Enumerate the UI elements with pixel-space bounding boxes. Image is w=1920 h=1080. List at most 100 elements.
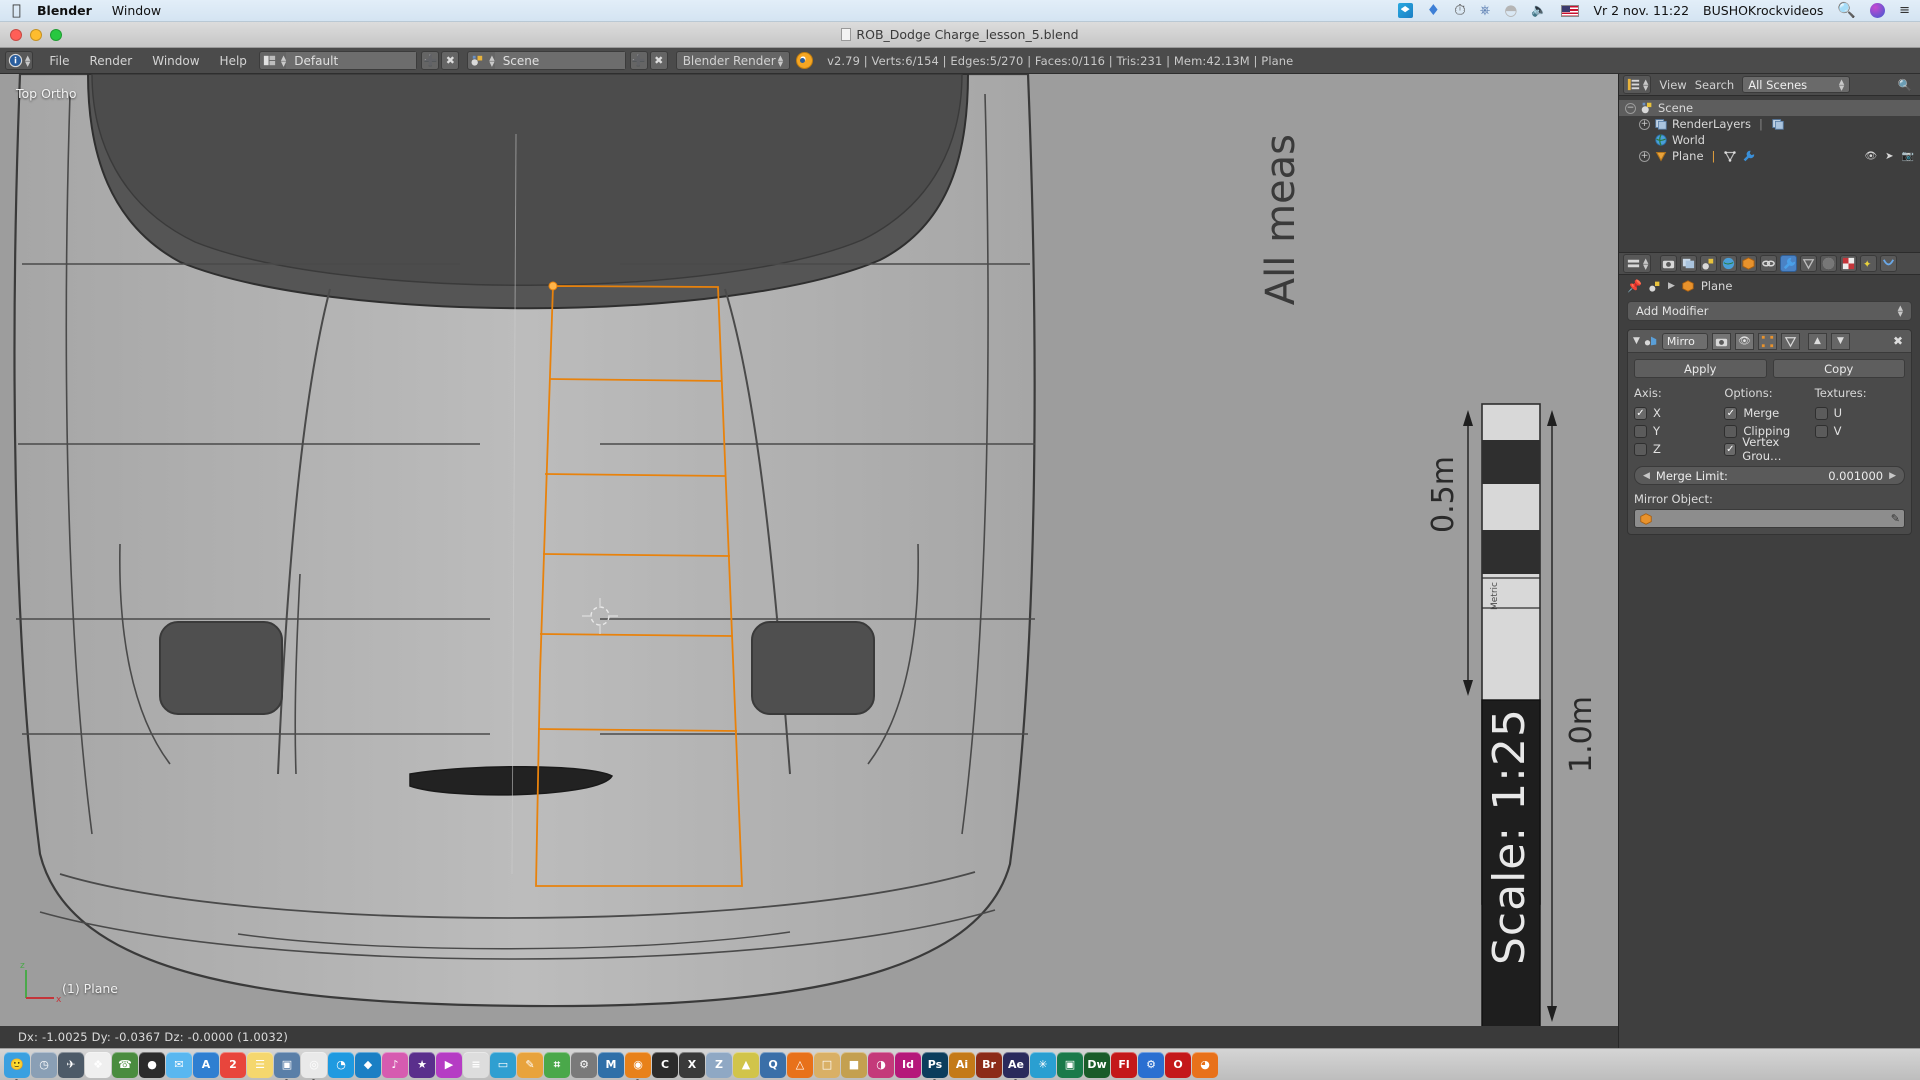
render-camera-icon[interactable]: 📷 [1902, 151, 1914, 162]
search-icon[interactable]: 🔍 [1837, 3, 1856, 18]
properties-editor[interactable]: ▲ ▼ ✦ 📌 ▶ Plane Add Modifier ▲ ▼ ▼ Mirro… [1618, 252, 1920, 1026]
dock-icon-xtools[interactable]: X [679, 1051, 705, 1078]
delete-layout-button[interactable]: ✖ [441, 51, 460, 70]
tab-particles[interactable]: ✦ [1860, 255, 1878, 272]
dock-icon-flash[interactable]: Fl [1111, 1051, 1137, 1078]
axis-x-checkbox[interactable]: ✓ [1634, 406, 1647, 420]
outliner-row-scene[interactable]: − Scene [1619, 100, 1920, 116]
screen-layout-value[interactable]: Default [286, 52, 417, 69]
dock-icon-safari[interactable]: ◔ [328, 1051, 354, 1078]
modifier-viewport-toggle[interactable]: 👁 [1734, 332, 1754, 350]
outliner-scope-selector[interactable]: All Scenes ▲ ▼ [1742, 76, 1851, 93]
screen-layout-selector[interactable]: ▲ ▼ Default [258, 51, 418, 70]
modifier-name-field[interactable]: Mirro [1661, 332, 1708, 350]
menubar-username[interactable]: BUSHOKrockvideos [1703, 3, 1823, 18]
volume-icon[interactable]: 🔈 [1531, 3, 1547, 18]
menu-file[interactable]: File [39, 54, 79, 68]
outliner-row-renderlayers[interactable]: + RenderLayers | [1619, 116, 1920, 132]
dock-icon-final-cut[interactable]: ▶ [436, 1051, 462, 1078]
tab-render[interactable] [1660, 255, 1678, 272]
dock-icon-bridge[interactable]: Br [976, 1051, 1002, 1078]
dock-icon-folder-docs[interactable]: □ [814, 1051, 840, 1078]
delete-scene-button[interactable]: ✖ [649, 51, 668, 70]
tab-object[interactable] [1740, 255, 1758, 272]
dock-icon-zbrush[interactable]: Z [706, 1051, 732, 1078]
triangle-mesh-icon[interactable] [1723, 149, 1737, 163]
dropbox-sync-icon[interactable] [1397, 3, 1413, 18]
copy-button[interactable]: Copy [1772, 359, 1905, 378]
option-vertexgroup-row[interactable]: ✓ Vertex Grou… [1724, 435, 1814, 463]
dock-icon-color-wheel[interactable]: ◑ [868, 1051, 894, 1078]
dock-icon-indesign[interactable]: Id [895, 1051, 921, 1078]
dock-icon-blender[interactable]: ◉ [625, 1051, 651, 1080]
tab-render-layers[interactable] [1680, 255, 1698, 272]
tab-world[interactable] [1720, 255, 1738, 272]
apply-button[interactable]: Apply [1634, 359, 1767, 378]
menu-render[interactable]: Render [79, 54, 142, 68]
panel-collapse-icon[interactable]: ▼ [1633, 336, 1640, 346]
axis-z-checkbox[interactable] [1634, 442, 1647, 456]
dock-icon-chrome[interactable]: ◎ [301, 1051, 327, 1080]
dock-icon-maya[interactable]: M [598, 1051, 624, 1078]
texture-v-row[interactable]: V [1814, 422, 1905, 440]
tab-material[interactable] [1820, 255, 1838, 272]
menu-help[interactable]: Help [210, 54, 257, 68]
dock-icon-launchpad[interactable]: ◷ [31, 1051, 57, 1078]
dock-icon-notes[interactable]: ☰ [247, 1051, 273, 1078]
scene-value[interactable]: Scene [494, 52, 625, 69]
outliner-row-plane[interactable]: + Plane | 👁 ➤ 📷 [1619, 148, 1920, 164]
tab-modifiers[interactable] [1780, 255, 1798, 272]
dock-icon-text-editor[interactable]: ≡ [463, 1051, 489, 1078]
dock-icon-photoshop[interactable]: Ps [922, 1051, 948, 1080]
dock-icon-system-prefs[interactable]: ⚙ [571, 1051, 597, 1078]
new-scene-button[interactable]: ➕ [629, 51, 648, 70]
eye-icon[interactable]: 👁 [1864, 151, 1877, 162]
option-merge-checkbox[interactable]: ✓ [1724, 406, 1738, 420]
new-layout-button[interactable]: ➕ [421, 51, 440, 70]
scene-selector[interactable]: ▲ ▼ Scene [467, 51, 626, 70]
add-modifier-button[interactable]: Add Modifier ▲ ▼ [1627, 301, 1912, 321]
time-machine-icon[interactable]: ⏱ [1454, 3, 1466, 18]
editor-type-selector[interactable]: ▲ ▼ [5, 51, 34, 70]
expander-plus-icon[interactable]: + [1639, 118, 1650, 130]
tab-scene[interactable] [1700, 255, 1718, 272]
dock-icon-firefox[interactable]: ◕ [1192, 1051, 1218, 1078]
outliner-editor-type-selector[interactable]: ▲ ▼ [1623, 75, 1652, 94]
dock-icon-dreamweaver[interactable]: Dw [1084, 1051, 1110, 1078]
dock-icon-calendar[interactable]: 2 [220, 1051, 246, 1078]
dock-icon-mail[interactable]: ✉ [166, 1051, 192, 1078]
macos-dock[interactable]: 🙂 ◷ ✈ ❖ ☎ ● ✉ A 2 ☰ ▣ ◎ ◔ ◆ ♪ ★ ▶ ≡ ▭ ✎ ⌗ ⚙ M ◉ C X Z ▲ Q △ □ ■ ◑ Id Ps Ai B… [0, 1048, 1920, 1080]
option-vertexgroup-checkbox[interactable]: ✓ [1724, 442, 1737, 456]
cursor-arrow-icon[interactable]: ➤ [1885, 151, 1893, 162]
menubar-item-window[interactable]: Window [112, 3, 161, 18]
dropbox-icon[interactable]: ♦ [1427, 3, 1440, 18]
viewport-3d[interactable]: Scale: 1:25 0.5m 1.0m Metric All meas To… [0, 74, 1618, 1026]
axis-z-row[interactable]: Z [1634, 440, 1724, 458]
eyedropper-icon[interactable]: ✎ [1891, 512, 1900, 525]
dock-icon-app-store[interactable]: A [193, 1051, 219, 1078]
modifier-move-down-button[interactable]: ▼ [1830, 332, 1850, 350]
modifier-delete-button[interactable]: ✖ [1893, 334, 1906, 348]
dock-icon-sculpt[interactable]: ▲ [733, 1051, 759, 1078]
dock-icon-dvd-player[interactable]: ● [139, 1051, 165, 1078]
tab-data[interactable] [1800, 255, 1818, 272]
flag-us-icon[interactable] [1561, 4, 1580, 17]
texture-v-checkbox[interactable] [1814, 424, 1828, 438]
dock-icon-finder[interactable]: 🙂 [4, 1051, 30, 1080]
control-center-icon[interactable]: ≡ [1899, 3, 1910, 18]
bluetooth-icon[interactable]: ⎈ [1480, 3, 1490, 18]
option-clipping-checkbox[interactable] [1724, 424, 1738, 438]
modifier-cage-toggle[interactable] [1780, 332, 1800, 350]
render-engine-selector[interactable]: Blender Render ▲ ▼ [675, 51, 791, 70]
tab-physics[interactable] [1880, 255, 1898, 272]
dock-icon-pages[interactable]: ✎ [517, 1051, 543, 1078]
renderlayers-icon[interactable] [1771, 117, 1785, 131]
dock-icon-folder-work[interactable]: ■ [841, 1051, 867, 1078]
dock-icon-keynote[interactable]: ▭ [490, 1051, 516, 1078]
outliner-row-world[interactable]: + World [1619, 132, 1920, 148]
dock-icon-creative-cloud[interactable]: ⚙ [1138, 1051, 1164, 1078]
dock-icon-contacts[interactable]: ☎ [112, 1051, 138, 1078]
axis-y-checkbox[interactable] [1634, 424, 1647, 438]
tab-texture[interactable] [1840, 255, 1858, 272]
outliner-menu-search[interactable]: Search [1695, 78, 1735, 92]
